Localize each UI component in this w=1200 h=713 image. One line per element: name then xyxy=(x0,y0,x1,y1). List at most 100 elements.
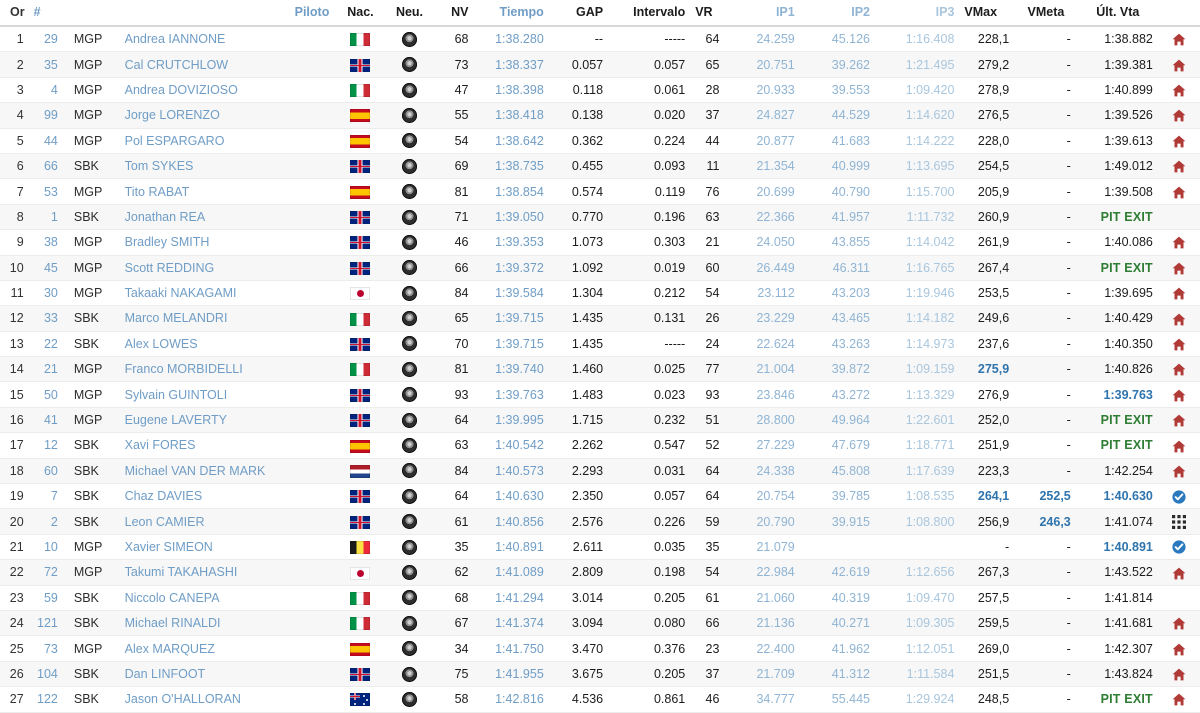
cell-pilot-name[interactable]: Jason O'HALLORAN xyxy=(118,686,336,713)
check-circle-icon[interactable] xyxy=(1172,540,1187,554)
cell-rider-number[interactable]: 99 xyxy=(29,102,64,129)
cell-rider-number[interactable]: 22 xyxy=(29,331,64,358)
cell-pilot-name[interactable]: Michael VAN DER MARK xyxy=(118,458,336,485)
checkered-flag-icon[interactable] xyxy=(1172,514,1187,529)
cell-pilot-name[interactable]: Eugene LAVERTY xyxy=(118,407,336,434)
table-row[interactable]: 9 38 MGP Bradley SMITH 46 1:39.353 1.073 0.303 2… xyxy=(0,229,1200,256)
cell-rider-number[interactable]: 44 xyxy=(29,128,64,154)
cell-rider-number[interactable]: 1 xyxy=(29,204,64,231)
table-row[interactable]: 12 33 SBK Marco MELANDRI 65 1:39.715 1.435 0.13… xyxy=(0,305,1200,332)
home-icon[interactable] xyxy=(1172,262,1186,275)
cell-pilot-name[interactable]: Niccolo CANEPA xyxy=(118,585,336,611)
home-icon[interactable] xyxy=(1172,617,1186,630)
table-row[interactable]: 8 1 SBK Jonathan REA 71 1:39.050 0.770 0.196 63 2… xyxy=(0,204,1200,231)
cell-rider-number[interactable]: 33 xyxy=(29,305,64,332)
cell-rider-number[interactable]: 29 xyxy=(29,26,64,53)
column-header-vr[interactable]: VR xyxy=(691,0,726,27)
column-header-ip2[interactable]: IP2 xyxy=(800,0,876,27)
cell-pilot-name[interactable]: Marco MELANDRI xyxy=(118,305,336,332)
home-icon[interactable] xyxy=(1172,567,1186,580)
column-header-category[interactable] xyxy=(63,0,119,27)
table-row[interactable]: 10 45 MGP Scott REDDING 66 1:39.372 1.092 0.019… xyxy=(0,255,1200,281)
column-header-or[interactable]: Or xyxy=(0,0,30,27)
cell-rider-number[interactable]: 7 xyxy=(29,483,64,510)
column-header-intervalo[interactable]: Intervalo xyxy=(609,0,692,27)
table-row[interactable]: 1 29 MGP Andrea IANNONE 68 1:38.280 -- ----- 64 2… xyxy=(0,26,1200,53)
home-icon[interactable] xyxy=(1172,59,1186,72)
cell-rider-number[interactable]: 60 xyxy=(29,458,64,485)
table-row[interactable]: 18 60 SBK Michael VAN DER MARK 84 1:40.573 2.2… xyxy=(0,458,1200,485)
home-icon[interactable] xyxy=(1172,313,1186,326)
column-header-tiempo[interactable]: Tiempo xyxy=(474,0,550,27)
table-row[interactable]: 7 53 MGP Tito RABAT 81 1:38.854 0.574 0.119 76 20… xyxy=(0,178,1200,205)
cell-pilot-name[interactable]: Jorge LORENZO xyxy=(118,102,336,129)
column-header-number[interactable]: # xyxy=(29,0,64,27)
cell-rider-number[interactable]: 38 xyxy=(29,229,64,256)
cell-rider-number[interactable]: 53 xyxy=(29,178,64,205)
table-row[interactable]: 6 66 SBK Tom SYKES 69 1:38.735 0.455 0.093 11 21.… xyxy=(0,153,1200,180)
table-row[interactable]: 24 121 SBK Michael RINALDI 67 1:41.374 3.094 0.… xyxy=(0,610,1200,637)
cell-pilot-name[interactable]: Andrea DOVIZIOSO xyxy=(118,77,336,104)
cell-pilot-name[interactable]: Takumi TAKAHASHI xyxy=(118,559,336,586)
cell-rider-number[interactable]: 35 xyxy=(29,51,64,78)
home-icon[interactable] xyxy=(1172,693,1186,706)
table-row[interactable]: 2 35 MGP Cal CRUTCHLOW 73 1:38.337 0.057 0.057 6… xyxy=(0,51,1200,78)
table-row[interactable]: 26 104 SBK Dan LINFOOT 75 1:41.955 3.675 0.205 3… xyxy=(0,661,1200,688)
cell-rider-number[interactable]: 30 xyxy=(29,280,64,307)
cell-pilot-name[interactable]: Dan LINFOOT xyxy=(118,661,336,688)
column-header-pilot[interactable]: Piloto xyxy=(118,0,336,27)
cell-pilot-name[interactable]: Pol ESPARGARO xyxy=(118,128,336,154)
cell-rider-number[interactable]: 50 xyxy=(29,381,64,408)
cell-pilot-name[interactable]: Franco MORBIDELLI xyxy=(118,356,336,383)
table-row[interactable]: 4 99 MGP Jorge LORENZO 55 1:38.418 0.138 0.020 3… xyxy=(0,102,1200,129)
table-row[interactable]: 21 10 MGP Xavier SIMEON 35 1:40.891 2.611 0.035… xyxy=(0,534,1200,561)
home-icon[interactable] xyxy=(1172,440,1186,453)
home-icon[interactable] xyxy=(1172,135,1186,148)
home-icon[interactable] xyxy=(1172,236,1186,249)
column-header-ip3[interactable]: IP3 xyxy=(876,0,961,27)
table-row[interactable]: 11 30 MGP Takaaki NAKAGAMI 84 1:39.584 1.304 0.… xyxy=(0,280,1200,307)
cell-rider-number[interactable]: 104 xyxy=(29,661,64,688)
home-icon[interactable] xyxy=(1172,414,1186,427)
home-icon[interactable] xyxy=(1172,84,1186,97)
cell-rider-number[interactable]: 122 xyxy=(29,686,64,713)
home-icon[interactable] xyxy=(1172,668,1186,681)
table-row[interactable]: 16 41 MGP Eugene LAVERTY 64 1:39.995 1.715 0.23… xyxy=(0,407,1200,434)
home-icon[interactable] xyxy=(1172,109,1186,122)
cell-pilot-name[interactable]: Tito RABAT xyxy=(118,178,336,205)
column-header-vmax[interactable]: VMax xyxy=(960,0,1016,27)
cell-rider-number[interactable]: 45 xyxy=(29,255,64,281)
table-row[interactable]: 17 12 SBK Xavi FORES 63 1:40.542 2.262 0.547 52 2… xyxy=(0,432,1200,459)
column-header-gap[interactable]: GAP xyxy=(549,0,610,27)
cell-pilot-name[interactable]: Alex LOWES xyxy=(118,331,336,358)
column-header-nv[interactable]: NV xyxy=(433,0,475,27)
cell-rider-number[interactable]: 41 xyxy=(29,407,64,434)
cell-rider-number[interactable]: 21 xyxy=(29,356,64,383)
column-header-ultima-vuelta[interactable]: Últ. Vta xyxy=(1076,0,1159,27)
cell-rider-number[interactable]: 10 xyxy=(29,534,64,561)
cell-rider-number[interactable]: 121 xyxy=(29,610,64,637)
table-row[interactable]: 25 73 MGP Alex MARQUEZ 34 1:41.750 3.470 0.376 2… xyxy=(0,635,1200,662)
cell-rider-number[interactable]: 12 xyxy=(29,432,64,459)
column-header-ip1[interactable]: IP1 xyxy=(725,0,801,27)
cell-pilot-name[interactable]: Xavi FORES xyxy=(118,432,336,459)
home-icon[interactable] xyxy=(1172,643,1186,656)
column-header-vmeta[interactable]: VMeta xyxy=(1015,0,1077,27)
cell-rider-number[interactable]: 72 xyxy=(29,559,64,586)
cell-rider-number[interactable]: 2 xyxy=(29,508,64,535)
home-icon[interactable] xyxy=(1172,160,1186,173)
cell-pilot-name[interactable]: Scott REDDING xyxy=(118,255,336,281)
cell-pilot-name[interactable]: Sylvain GUINTOLI xyxy=(118,381,336,408)
table-row[interactable]: 19 7 SBK Chaz DAVIES 64 1:40.630 2.350 0.057 64 2… xyxy=(0,483,1200,510)
home-icon[interactable] xyxy=(1172,363,1186,376)
column-header-nac[interactable]: Nac. xyxy=(335,0,386,27)
cell-rider-number[interactable]: 66 xyxy=(29,153,64,180)
cell-pilot-name[interactable]: Bradley SMITH xyxy=(118,229,336,256)
table-row[interactable]: 22 72 MGP Takumi TAKAHASHI 62 1:41.089 2.809 0.… xyxy=(0,559,1200,586)
home-icon[interactable] xyxy=(1172,465,1186,478)
cell-pilot-name[interactable]: Leon CAMIER xyxy=(118,508,336,535)
home-icon[interactable] xyxy=(1172,287,1186,300)
table-row[interactable]: 20 2 SBK Leon CAMIER 61 1:40.856 2.576 0.226 59 2… xyxy=(0,508,1200,535)
cell-pilot-name[interactable]: Chaz DAVIES xyxy=(118,483,336,510)
table-row[interactable]: 3 4 MGP Andrea DOVIZIOSO 47 1:38.398 0.118 0.06… xyxy=(0,77,1200,104)
